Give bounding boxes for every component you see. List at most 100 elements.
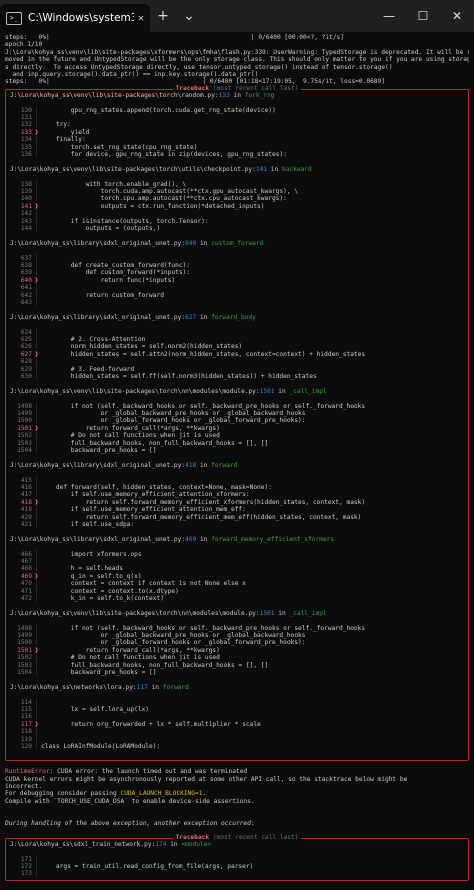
code-line: 639 │ def custom_forward(*inputs): — [10, 269, 464, 276]
line-number: 132 — [20, 121, 32, 129]
code-line: 1498 │ if not (self._backward_hooks or se… — [10, 625, 464, 632]
line-number: 135 — [20, 143, 32, 151]
line-number: 627 — [20, 350, 32, 358]
code-line: 120 │ class LoRAInfModule(LoRAModule): — [10, 743, 464, 750]
maximize-button[interactable]: ☐ — [406, 0, 440, 32]
line-number: 628 — [20, 358, 32, 366]
frame-function: backward — [281, 165, 312, 173]
line-number: 131 — [20, 113, 32, 121]
code-line: 1501 ❱ return forward_call(*args, **kwarg… — [10, 425, 464, 432]
terminal-tab[interactable]: >_ C:\Windows\system32\cmd.e ✕ — [0, 4, 150, 32]
current-line-marker: │ — [34, 654, 39, 662]
line-number: 417 — [20, 491, 32, 499]
code-line: 625 │ # 2. Cross-Attention — [10, 336, 464, 343]
frame-path: J:\Lora\kohya_ss\venv\lib\site-packages\… — [10, 609, 260, 617]
code-line: 1500 │ or _global_forward_hooks or _globa… — [10, 417, 464, 424]
source-code: finally: — [41, 136, 86, 144]
current-line-marker: │ — [34, 254, 39, 262]
line-number: 1500 — [17, 639, 32, 647]
current-line-marker: │ — [34, 565, 39, 573]
line-number: 639 — [20, 269, 32, 277]
source-code: or _global_backward_pre_hooks or _global… — [41, 632, 306, 640]
line-number: 117 — [20, 720, 32, 728]
frame-location: J:\Lora\kohya_ss\library\sdxl_original_u… — [10, 314, 464, 321]
frame-location: J:\Lora\kohya_ss\library\sdxl_original_u… — [10, 240, 464, 247]
code-line: 1501 ❱ return forward_call(*args, **kwarg… — [10, 647, 464, 654]
line-number: 133 — [20, 128, 32, 136]
frame-function: _call_impl — [289, 609, 327, 617]
source-code: return custom_forward — [41, 291, 164, 299]
frame-line-number: 117 — [136, 683, 148, 691]
source-code: context = context.to(x.dtype) — [41, 587, 179, 595]
source-code: if self.use_memory_efficient_attention_x… — [41, 491, 250, 499]
line-number: 642 — [20, 291, 32, 299]
current-line-marker: │ — [34, 291, 39, 299]
frame-location: J:\Lora\kohya_ss\venv\lib\site-packages\… — [10, 92, 464, 99]
current-line-marker: │ — [34, 521, 39, 529]
frame-location: J:\Lora\kohya_ss\library\sdxl_original_u… — [10, 536, 464, 543]
line-number: 1504 — [17, 669, 32, 677]
frame-function: forward_memory_efficient_xformers — [211, 535, 335, 543]
title-bar: >_ C:\Windows\system32\cmd.e ✕ + ⌄ — ☐ ✕ — [0, 0, 474, 32]
line-number: 1501 — [17, 424, 32, 432]
code-line: 144 │ outputs = (outputs,) — [10, 225, 464, 232]
code-line: 626 │ norm_hidden_states = self.norm2(hid… — [10, 343, 464, 350]
close-button[interactable]: ✕ — [440, 0, 474, 32]
code-line: 417 │ if self.use_memory_efficient_attent… — [10, 491, 464, 498]
current-line-marker: │ — [34, 373, 39, 380]
new-tab-button[interactable]: + — [150, 0, 176, 32]
frame-in: in — [196, 535, 212, 543]
current-line-marker: │ — [34, 447, 39, 455]
source-code: # Do not call functions when jit is used — [41, 654, 220, 662]
code-line: 470 │ context = context if context is not… — [10, 580, 464, 587]
source-code — [41, 856, 464, 863]
source-code: or _global_forward_hooks or _global_forw… — [41, 639, 306, 647]
minimize-button[interactable]: — — [372, 0, 406, 32]
line-number: 144 — [20, 224, 32, 232]
line-number: 141 — [20, 202, 32, 210]
line-number: 1504 — [17, 447, 32, 455]
current-line-marker: │ — [34, 669, 39, 677]
code-line: 138 │ with torch.enable_grad(), \ — [10, 181, 464, 188]
line-number: 118 — [20, 728, 32, 736]
current-line-marker: │ — [34, 269, 39, 277]
frame-path: J:\Lora\kohya_ss\library\sdxl_original_u… — [10, 313, 186, 321]
frame-location: J:\Lora\kohya_ss\sdxl_train_network.py:1… — [10, 840, 212, 848]
source-code: return self.forward_memory_efficient_mem… — [41, 513, 362, 521]
source-code: hidden_states = self.attn2(norm_hidden_s… — [41, 350, 366, 358]
current-line-marker: │ — [34, 550, 39, 558]
tab-dropdown-icon[interactable]: ⌄ — [176, 0, 202, 32]
source-code: hidden_states = self.ff(self.norm3(hidde… — [41, 373, 317, 380]
line-number: 130 — [20, 106, 32, 114]
code-line: 173 │ — [10, 870, 464, 877]
current-line-marker: │ — [34, 343, 39, 351]
current-line-marker: │ — [34, 506, 39, 514]
line-number: 630 — [20, 373, 32, 380]
current-line-marker: │ — [34, 217, 39, 225]
code-line: 467 │ — [10, 558, 464, 565]
source-code: backward_pre_hooks = [] — [41, 669, 157, 677]
code-line: 637 │ — [10, 255, 464, 262]
frame-location: J:\Lora\kohya_ss\venv\lib\site-packages\… — [10, 388, 464, 395]
error-detail: incorrect. — [5, 783, 43, 791]
terminal-output[interactable]: steps: 0%| | 0/6400 [00:00<?, ?it/s] epoc… — [0, 32, 474, 881]
frame-line-number: 469 — [185, 535, 197, 543]
frame-in: in — [147, 683, 163, 691]
output-line: s directly. To access UntypedStorage dir… — [5, 63, 393, 71]
code-line: 114 │ — [10, 699, 464, 706]
code-line: 1502 │ # Do not call functions when jit i… — [10, 432, 464, 439]
source-code: full_backward_hooks, non_full_backward_h… — [41, 439, 269, 447]
tab-close-icon[interactable]: ✕ — [138, 13, 144, 24]
line-number: 421 — [20, 521, 32, 529]
source-code: for device, gpu_rng_state in zip(devices… — [41, 150, 287, 158]
code-line: 415 │ — [10, 477, 464, 484]
traceback-title: Traceback (most recent call last) — [6, 833, 468, 841]
output-line: J:\Lora\kohya_ss\venv\lib\site-packages\… — [5, 48, 469, 56]
output-line: and inp.query.storage().data_ptr() == in… — [5, 70, 259, 78]
frame-line-number: 627 — [185, 313, 197, 321]
